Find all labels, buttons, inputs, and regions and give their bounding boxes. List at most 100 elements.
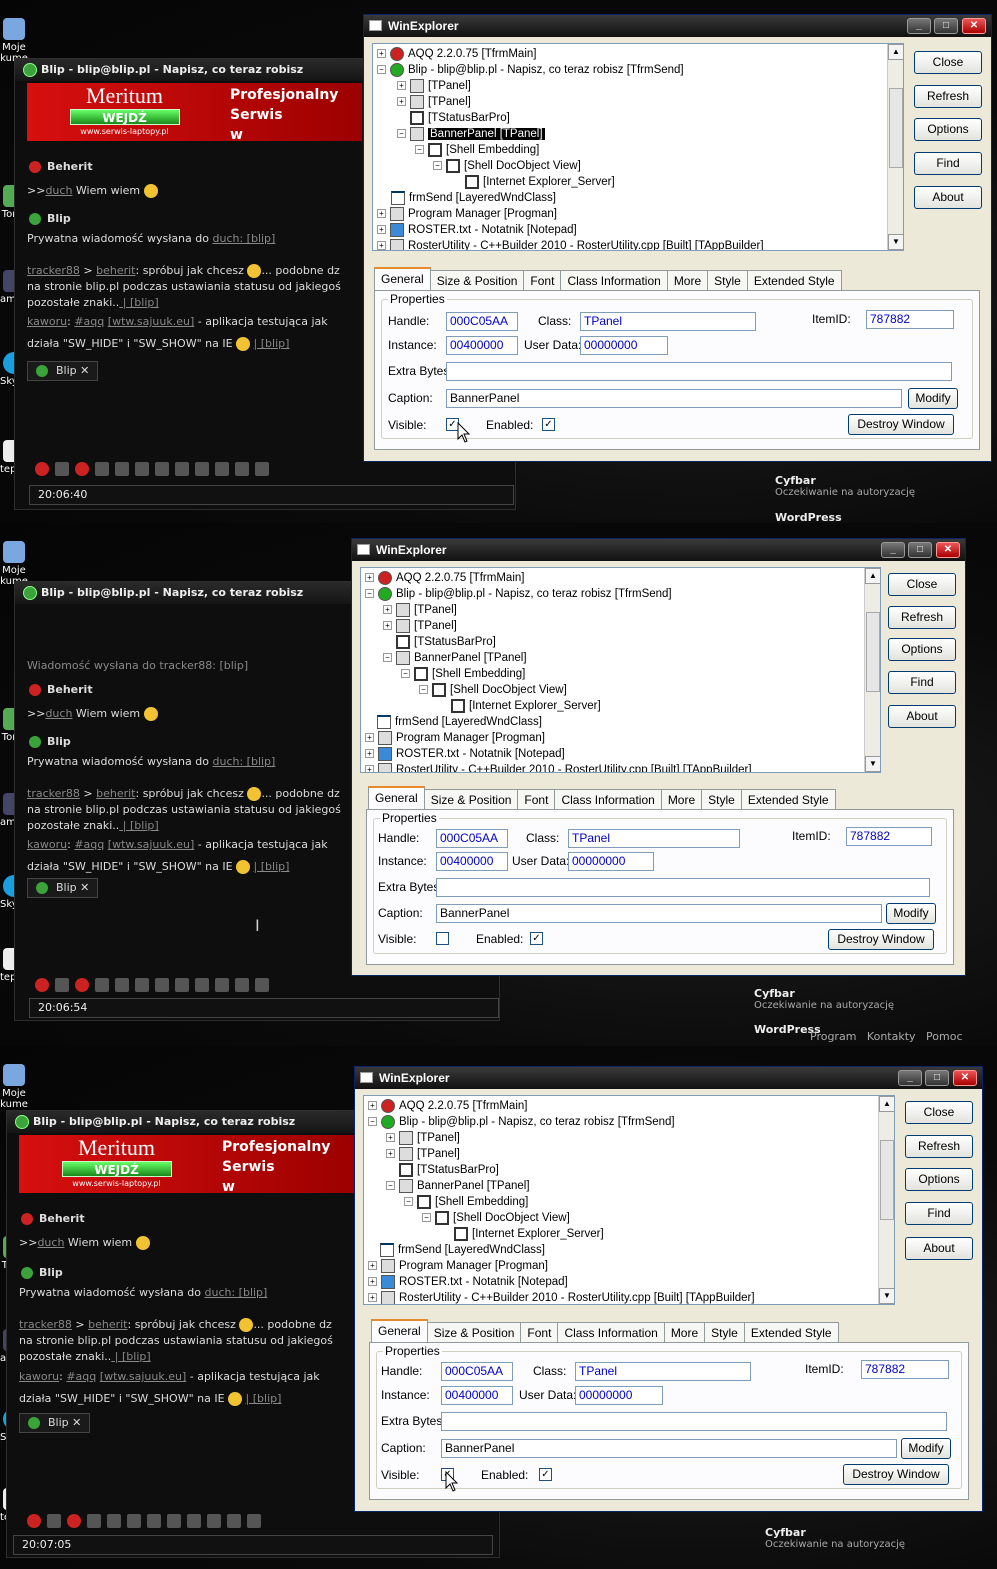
ad-banner[interactable]: Meritum WEJDŹ www.serwis-laptopy.pl Profes… bbox=[27, 83, 362, 143]
contact-wordpress[interactable]: WordPress bbox=[775, 511, 842, 523]
tree-scrollbar[interactable]: ▲ ▼ bbox=[864, 568, 880, 772]
window-tree[interactable]: + AQQ 2.2.0.75 [TfrmMain] − Blip - blip@bl… bbox=[363, 1095, 895, 1305]
tree-item[interactable]: + AQQ 2.2.0.75 [TfrmMain] bbox=[368, 1098, 527, 1114]
tree-item[interactable]: − [Shell DocObject View] bbox=[419, 682, 567, 698]
tab-size-position[interactable]: Size & Position bbox=[423, 789, 519, 809]
class-field[interactable]: TPanel bbox=[580, 312, 756, 331]
close-window-button[interactable]: ✕ bbox=[953, 1070, 977, 1086]
smile-icon[interactable] bbox=[95, 462, 109, 476]
tag-icon[interactable] bbox=[147, 1514, 161, 1528]
pin-icon[interactable] bbox=[35, 462, 49, 476]
file-icon[interactable] bbox=[195, 978, 209, 992]
close-icon[interactable]: ✕ bbox=[80, 364, 89, 377]
maximize-button[interactable]: □ bbox=[908, 542, 932, 558]
menu-kontakty[interactable]: Kontakty bbox=[867, 1030, 916, 1043]
chat-tab-blip[interactable]: Blip ✕ bbox=[27, 361, 99, 381]
itemid-field[interactable]: 787882 bbox=[846, 827, 932, 846]
tab-general[interactable]: General bbox=[371, 1319, 428, 1342]
handle-field[interactable]: 000C05AA bbox=[446, 312, 518, 331]
superscript-icon[interactable] bbox=[55, 978, 69, 992]
tab-font[interactable]: Font bbox=[520, 1322, 559, 1342]
desktop-icon-moje[interactable]: Mojekume bbox=[0, 1064, 28, 1110]
tree-item[interactable]: + AQQ 2.2.0.75 [TfrmMain] bbox=[365, 570, 524, 586]
modify-button[interactable]: Modify bbox=[908, 388, 958, 409]
scroll-down-icon[interactable]: ▼ bbox=[879, 1288, 894, 1304]
pin-icon[interactable] bbox=[35, 978, 49, 992]
file-icon[interactable] bbox=[195, 462, 209, 476]
tab-class-information[interactable]: Class Information bbox=[554, 789, 662, 809]
instance-field[interactable]: 00400000 bbox=[446, 336, 518, 355]
card-icon[interactable] bbox=[175, 978, 189, 992]
tab-general[interactable]: General bbox=[368, 786, 425, 809]
scroll-down-icon[interactable]: ▼ bbox=[865, 756, 880, 772]
tab-extended-style[interactable]: Extended Style bbox=[743, 1322, 839, 1342]
scroll-up-icon[interactable]: ▲ bbox=[865, 568, 880, 584]
superscript-icon[interactable] bbox=[47, 1514, 61, 1528]
window-icon[interactable] bbox=[115, 462, 129, 476]
handle-field[interactable]: 000C05AA bbox=[436, 829, 508, 848]
winexplorer-titlebar[interactable]: WinExplorer _ □ ✕ bbox=[352, 539, 965, 561]
split-icon[interactable] bbox=[127, 1514, 141, 1528]
userdata-field[interactable]: 00000000 bbox=[568, 852, 654, 871]
tree-item[interactable]: − [Shell Embedding] bbox=[415, 142, 539, 158]
tree-item[interactable]: + AQQ 2.2.0.75 [TfrmMain] bbox=[377, 46, 536, 62]
extra-bytes-field[interactable] bbox=[446, 362, 952, 381]
tree-item[interactable]: − Blip - blip@blip.pl - Napisz, co teraz … bbox=[368, 1114, 675, 1130]
find-button[interactable]: Find bbox=[905, 1202, 973, 1225]
tree-item[interactable]: + ROSTER.txt - Notatnik [Notepad] bbox=[368, 1274, 568, 1290]
doc-icon[interactable] bbox=[227, 1514, 241, 1528]
doc-icon[interactable] bbox=[235, 978, 249, 992]
tree-item[interactable]: frmSend [LayeredWndClass] bbox=[380, 1242, 545, 1258]
enabled-checkbox[interactable]: ✓ bbox=[530, 932, 543, 945]
tab-more[interactable]: More bbox=[663, 1322, 706, 1342]
tree-item[interactable]: [Internet Explorer_Server] bbox=[465, 174, 615, 190]
tab-extended-style[interactable]: Extended Style bbox=[746, 270, 842, 290]
stop-icon[interactable] bbox=[75, 462, 89, 476]
handle-field[interactable]: 000C05AA bbox=[441, 1362, 513, 1381]
tree-item[interactable]: [Internet Explorer_Server] bbox=[454, 1226, 604, 1242]
options-button[interactable]: Options bbox=[905, 1168, 973, 1191]
itemid-field[interactable]: 787882 bbox=[861, 1360, 949, 1379]
tab-class-information[interactable]: Class Information bbox=[557, 1322, 665, 1342]
winexplorer-titlebar[interactable]: WinExplorer _ □ ✕ bbox=[355, 1067, 982, 1089]
banner-enter-button[interactable]: WEJDŹ bbox=[61, 1161, 172, 1177]
chat-input[interactable]: 20:06:54 bbox=[29, 998, 499, 1018]
close-button[interactable]: Close bbox=[914, 51, 982, 74]
destroy-window-button[interactable]: Destroy Window bbox=[843, 1464, 949, 1485]
tree-item[interactable]: − Blip - blip@blip.pl - Napisz, co teraz … bbox=[365, 586, 672, 602]
modify-button[interactable]: Modify bbox=[901, 1438, 951, 1459]
up-icon[interactable] bbox=[207, 1514, 221, 1528]
class-field[interactable]: TPanel bbox=[575, 1362, 751, 1381]
smile-icon[interactable] bbox=[87, 1514, 101, 1528]
scroll-thumb[interactable] bbox=[880, 1140, 894, 1220]
enabled-checkbox[interactable]: ✓ bbox=[542, 418, 555, 431]
find-button[interactable]: Find bbox=[914, 152, 982, 175]
scroll-up-icon[interactable]: ▲ bbox=[879, 1096, 894, 1112]
banner-enter-button[interactable]: WEJDŹ bbox=[69, 109, 180, 125]
split-icon[interactable] bbox=[135, 978, 149, 992]
winexplorer-titlebar[interactable]: WinExplorer _ □ ✕ bbox=[364, 15, 991, 37]
book-icon[interactable] bbox=[255, 978, 269, 992]
tree-item[interactable]: − Blip - blip@blip.pl - Napisz, co teraz … bbox=[377, 62, 684, 78]
tree-item[interactable]: + Program Manager [Progman] bbox=[377, 206, 557, 222]
itemid-field[interactable]: 787882 bbox=[866, 310, 954, 329]
tree-item[interactable]: − BannerPanel [TPanel] bbox=[386, 1178, 530, 1194]
tab-more[interactable]: More bbox=[660, 789, 703, 809]
stop-icon[interactable] bbox=[67, 1514, 81, 1528]
options-button[interactable]: Options bbox=[888, 638, 956, 661]
tab-size-position[interactable]: Size & Position bbox=[426, 1322, 522, 1342]
book-icon[interactable] bbox=[247, 1514, 261, 1528]
window-icon[interactable] bbox=[115, 978, 129, 992]
contact-cyfbar[interactable]: Cyfbar Oczekiwanie na autoryzację bbox=[775, 474, 915, 498]
chat-tab-blip[interactable]: Blip ✕ bbox=[19, 1413, 91, 1433]
tree-item[interactable]: + [TPanel] bbox=[386, 1146, 460, 1162]
tree-item[interactable]: − [Shell DocObject View] bbox=[433, 158, 581, 174]
tab-extended-style[interactable]: Extended Style bbox=[740, 789, 836, 809]
tree-item[interactable]: − BannerPanel [TPanel] bbox=[383, 650, 527, 666]
scroll-thumb[interactable] bbox=[866, 612, 880, 692]
up-icon[interactable] bbox=[215, 978, 229, 992]
tab-font[interactable]: Font bbox=[517, 789, 556, 809]
tree-item[interactable]: − BannerPanel [TPanel] bbox=[397, 126, 545, 142]
class-field[interactable]: TPanel bbox=[568, 829, 740, 848]
tree-item[interactable]: [TStatusBarPro] bbox=[399, 1162, 499, 1178]
